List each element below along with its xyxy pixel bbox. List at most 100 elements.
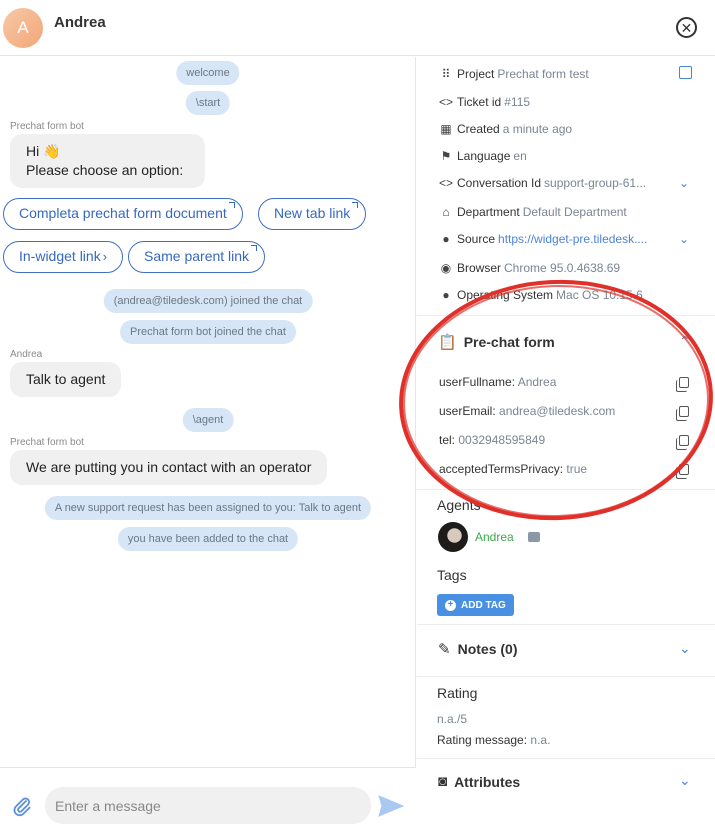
- system-message: Prechat form bot joined the chat: [120, 320, 296, 344]
- chevron-down-icon[interactable]: ⌄: [679, 232, 689, 246]
- info-value: Mac OS 10.15.6: [556, 288, 643, 302]
- info-value: en: [513, 149, 527, 163]
- message-list[interactable]: welcome \start Prechat form bot Hi 👋 Ple…: [0, 57, 416, 767]
- info-value: a minute ago: [502, 122, 573, 136]
- button-label: ADD TAG: [461, 599, 506, 611]
- chevron-down-icon[interactable]: ⌄: [679, 772, 691, 789]
- clipboard-icon: 📋: [438, 334, 457, 351]
- add-tag-button[interactable]: + ADD TAG: [437, 594, 514, 616]
- divider: [417, 758, 715, 759]
- external-link-icon: [228, 202, 235, 208]
- option-button-same-parent[interactable]: Same parent link: [128, 241, 266, 273]
- field-key: tel:: [439, 433, 456, 447]
- field-key: userFullname:: [439, 375, 516, 389]
- copy-icon[interactable]: [676, 406, 689, 421]
- calendar-icon: ▦: [440, 122, 452, 136]
- info-label: Language: [457, 149, 511, 163]
- option-label: Completa prechat form document: [19, 205, 227, 221]
- sender-name: Prechat form bot: [10, 437, 84, 448]
- info-value: #115: [504, 95, 531, 109]
- external-link-icon: [251, 245, 258, 251]
- info-label: Project: [457, 67, 495, 81]
- chrome-icon: ◉: [440, 261, 452, 275]
- message-text: Hi 👋: [26, 143, 61, 159]
- chat-bubble-icon[interactable]: [528, 532, 540, 542]
- info-value: Default Department: [522, 205, 627, 219]
- agent-avatar: [438, 522, 468, 552]
- option-label: New tab link: [274, 205, 351, 221]
- send-icon[interactable]: [378, 795, 405, 817]
- open-in-new-icon[interactable]: [679, 66, 692, 79]
- field-value: true: [566, 462, 588, 476]
- section-title: Attributes: [454, 773, 521, 790]
- attributes-header[interactable]: ◙ Attributes: [438, 773, 520, 790]
- option-button-completa[interactable]: Completa prechat form document: [3, 198, 243, 230]
- system-message: welcome: [176, 61, 240, 85]
- composer: [0, 767, 416, 825]
- contact-name: Andrea: [54, 14, 106, 31]
- option-label: Same parent link: [144, 248, 250, 264]
- notes-header[interactable]: ✎ Notes (0): [438, 640, 517, 658]
- close-icon[interactable]: ✕: [676, 17, 697, 38]
- system-message: you have been added to the chat: [117, 527, 299, 551]
- edit-icon: ✎: [438, 641, 451, 658]
- message-bubble: We are putting you in contact with an op…: [10, 450, 328, 485]
- sender-name: Andrea: [10, 349, 43, 360]
- paperclip-icon[interactable]: [12, 795, 32, 821]
- code-icon: <>: [438, 95, 453, 109]
- agents-title: Agents: [437, 497, 481, 513]
- info-project: ⠿ Project Prechat form test: [438, 67, 589, 81]
- info-department: ⌂ Department Default Department: [438, 205, 627, 219]
- info-value: support-group-61...: [544, 176, 647, 190]
- chevron-up-icon[interactable]: ⌃: [679, 333, 691, 350]
- info-label: Source: [457, 232, 496, 246]
- info-source: ● Source https://widget-pre.tiledesk....: [438, 232, 647, 246]
- plus-icon: +: [445, 599, 456, 611]
- source-link[interactable]: https://widget-pre.tiledesk....: [498, 232, 647, 246]
- copy-icon[interactable]: [676, 464, 689, 479]
- option-label: In-widget link: [19, 248, 101, 264]
- system-message: \start: [185, 91, 231, 115]
- info-label: Operating System: [457, 288, 554, 302]
- rating-value: n.a./5: [437, 712, 468, 726]
- agent-name[interactable]: Andrea: [475, 530, 514, 544]
- field-key: acceptedTermsPrivacy:: [439, 462, 564, 476]
- option-button-in-widget[interactable]: In-widget link ›: [3, 241, 124, 273]
- chevron-down-icon[interactable]: ⌄: [679, 176, 689, 190]
- field-value: andrea@tiledesk.com: [499, 404, 616, 418]
- info-label: Ticket id: [457, 95, 502, 109]
- info-created: ▦ Created a minute ago: [438, 122, 572, 136]
- chevron-right-icon: ›: [102, 249, 108, 264]
- info-ticket: <> Ticket id #115: [438, 95, 530, 109]
- field-value: Andrea: [517, 375, 557, 389]
- info-value: Chrome 95.0.4638.69: [504, 261, 621, 275]
- info-browser: ◉ Browser Chrome 95.0.4638.69: [438, 261, 620, 275]
- avatar: A: [3, 8, 43, 48]
- prechat-field: userEmail: andrea@tiledesk.com: [439, 404, 615, 418]
- info-label: Conversation Id: [457, 176, 542, 190]
- message-text: Please choose an option:: [26, 162, 184, 178]
- code-icon: <>: [438, 176, 453, 190]
- copy-icon[interactable]: [676, 377, 689, 392]
- divider: [417, 315, 715, 316]
- conversation-info-panel: ⠿ Project Prechat form test <> Ticket id #11…: [417, 57, 715, 825]
- apple-icon: ●: [442, 288, 450, 302]
- grid-icon: ⠿: [441, 67, 451, 81]
- chat-panel: welcome \start Prechat form bot Hi 👋 Ple…: [0, 57, 416, 825]
- chevron-down-icon[interactable]: ⌄: [679, 640, 691, 657]
- message-bubble: Talk to agent: [10, 362, 122, 397]
- camera-icon: ◙: [438, 773, 448, 790]
- copy-icon[interactable]: [676, 435, 689, 450]
- divider: [417, 624, 715, 625]
- prechat-field: acceptedTermsPrivacy: true: [439, 462, 587, 476]
- field-key: Rating message:: [437, 733, 528, 747]
- info-value: Prechat form test: [497, 67, 589, 81]
- message-input[interactable]: [45, 787, 371, 824]
- info-os: ● Operating System Mac OS 10.15.6: [438, 288, 643, 302]
- info-label: Created: [457, 122, 500, 136]
- option-button-new-tab[interactable]: New tab link: [258, 198, 367, 230]
- system-message: A new support request has been assigned …: [44, 496, 372, 520]
- system-message: (andrea@tiledesk.com) joined the chat: [103, 289, 313, 313]
- prechat-form-header[interactable]: 📋 Pre-chat form: [438, 333, 555, 351]
- field-value: n.a.: [530, 733, 551, 747]
